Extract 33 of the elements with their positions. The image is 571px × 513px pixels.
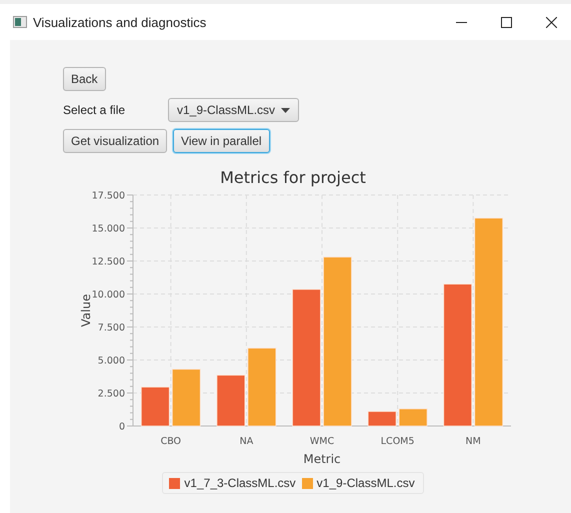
y-tick-label: 17.500 <box>92 190 125 202</box>
select-file-label: Select a file <box>63 103 126 117</box>
y-tick-label: 10.000 <box>92 290 125 300</box>
x-tick-label: LCOM5 <box>380 436 414 447</box>
x-tick-label: NM <box>466 436 481 447</box>
app-icon <box>13 16 27 28</box>
y-tick-label: 15.000 <box>92 224 125 234</box>
bar <box>216 374 246 426</box>
legend-label: v1_7_3-ClassML.csv <box>184 476 296 490</box>
y-tick-label: 12.500 <box>92 256 125 268</box>
window-title: Visualizations and diagnostics <box>33 14 206 30</box>
y-tick-label: 2.500 <box>98 388 125 400</box>
maximize-icon[interactable] <box>501 16 512 28</box>
x-tick-label: WMC <box>310 436 334 447</box>
bar <box>398 408 428 426</box>
close-icon[interactable] <box>546 16 557 28</box>
x-tick-label: NA <box>240 436 254 447</box>
action-button[interactable]: Get visualization <box>63 129 168 153</box>
x-axis-title: Metric <box>303 452 341 466</box>
file-dropdown[interactable]: v1_9-ClassML.csv <box>168 98 299 122</box>
x-tick-label: CBO <box>160 436 182 447</box>
bar <box>172 368 201 426</box>
y-tick-label: 0 <box>118 422 125 432</box>
chart-title: Metrics for project <box>220 168 366 187</box>
bar <box>140 386 170 426</box>
y-tick-label: 5.000 <box>98 356 125 366</box>
y-tick-label: 7.500 <box>98 322 125 334</box>
caret-icon <box>281 108 290 112</box>
y-axis-title: Value <box>79 294 93 327</box>
legend-label: v1_9-ClassML.csv <box>316 476 415 490</box>
bar <box>368 411 396 426</box>
back-button[interactable]: Back <box>63 67 106 91</box>
action-button[interactable]: View in parallel <box>173 129 270 153</box>
